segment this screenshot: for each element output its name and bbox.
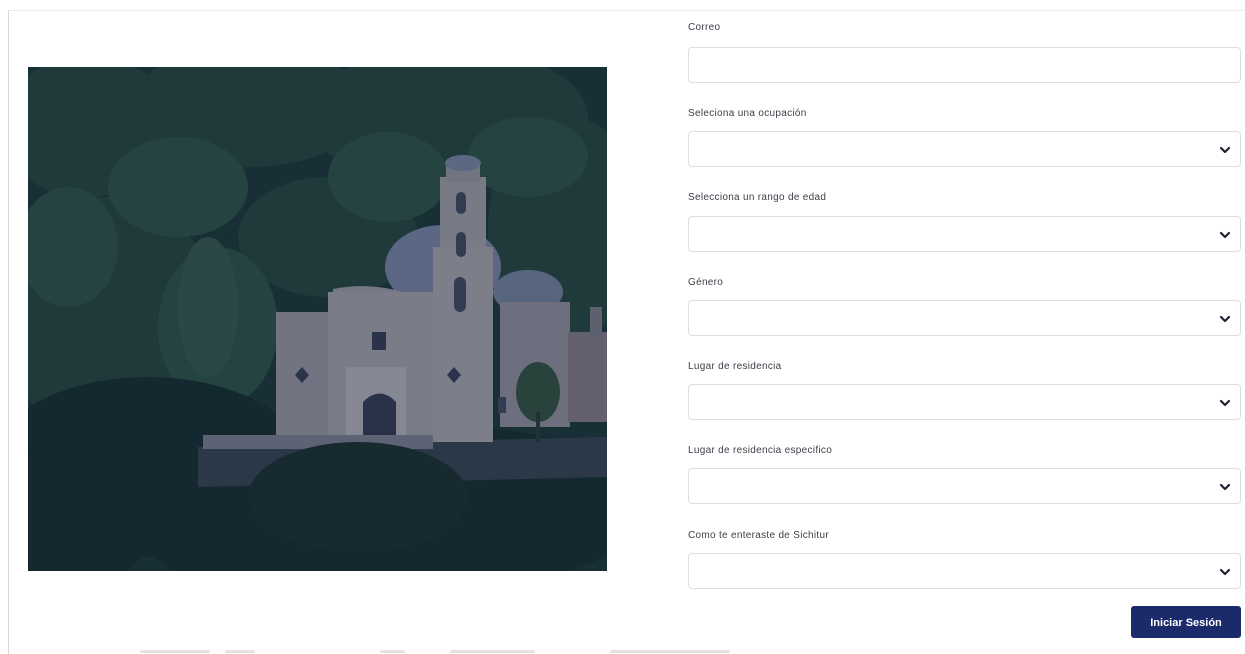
chevron-down-icon bbox=[1219, 399, 1231, 407]
field-label-como-te-enteraste: Como te enteraste de Sichitur bbox=[688, 530, 829, 541]
residence-select[interactable] bbox=[688, 384, 1241, 420]
field-label-ocupacion: Seleciona una ocupación bbox=[688, 108, 807, 119]
chevron-down-icon bbox=[1219, 568, 1231, 576]
field-label-correo: Correo bbox=[688, 22, 721, 33]
specific-residence-select[interactable] bbox=[688, 468, 1241, 504]
frame-left-border bbox=[8, 10, 9, 654]
gender-select[interactable] bbox=[688, 300, 1241, 336]
registration-page: Correo Seleciona una ocupación Seleccion… bbox=[0, 0, 1245, 654]
email-field[interactable] bbox=[688, 47, 1241, 83]
chevron-down-icon bbox=[1219, 315, 1231, 323]
photo-blue-overlay bbox=[28, 67, 607, 571]
chevron-down-icon bbox=[1219, 146, 1231, 154]
field-label-residencia-especifico: Lugar de residencia especifico bbox=[688, 445, 833, 456]
age-range-select[interactable] bbox=[688, 216, 1241, 252]
field-label-genero: Género bbox=[688, 277, 724, 288]
registration-form: Correo Seleciona una ocupación Seleccion… bbox=[688, 0, 1245, 654]
church-photo bbox=[28, 67, 607, 571]
referral-source-select[interactable] bbox=[688, 553, 1241, 589]
iniciar-sesion-button[interactable]: Iniciar Sesión bbox=[1131, 606, 1241, 638]
chevron-down-icon bbox=[1219, 483, 1231, 491]
field-label-rango-edad: Selecciona un rango de edad bbox=[688, 192, 827, 203]
footer-fragment bbox=[140, 650, 730, 654]
chevron-down-icon bbox=[1219, 231, 1231, 239]
field-label-residencia: Lugar de residencia bbox=[688, 361, 782, 372]
occupation-select[interactable] bbox=[688, 131, 1241, 167]
